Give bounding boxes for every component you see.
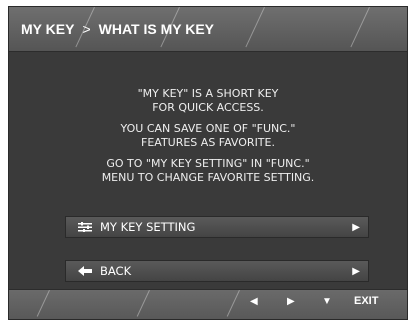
header-bar: MY KEY > WHAT IS MY KEY	[9, 7, 407, 52]
info-paragraph: GO TO "MY KEY SETTING" IN "FUNC." MENU T…	[9, 157, 407, 185]
menu-item-label: BACK	[100, 264, 132, 278]
decorative-line	[36, 290, 50, 317]
info-line: FEATURES AS FAVORITE.	[141, 136, 275, 149]
osd-panel: MY KEY > WHAT IS MY KEY "MY KEY" IS A SH…	[8, 6, 408, 320]
menu-item-label: MY KEY SETTING	[100, 220, 196, 234]
info-line: MENU TO CHANGE FAVORITE SETTING.	[101, 171, 315, 184]
left-arrow-button[interactable]: ◀	[250, 296, 258, 307]
page-title: WHAT IS MY KEY	[98, 21, 215, 37]
chevron-right-icon: ▶	[352, 265, 360, 277]
info-paragraph: "MY KEY" IS A SHORT KEY FOR QUICK ACCESS…	[9, 87, 407, 115]
exit-button[interactable]: EXIT	[354, 295, 378, 307]
decorative-line	[136, 290, 150, 317]
right-arrow-button[interactable]: ▶	[287, 296, 295, 307]
back-arrow-icon	[74, 266, 96, 276]
decorative-line	[226, 290, 240, 317]
back-button[interactable]: BACK ▶	[65, 260, 369, 282]
info-line: GO TO "MY KEY SETTING" IN "FUNC."	[106, 157, 310, 170]
info-line: YOU CAN SAVE ONE OF "FUNC."	[120, 122, 296, 135]
settings-sliders-icon	[74, 222, 96, 232]
footer-bar: ◀ ▶ ▼ EXIT	[9, 289, 407, 319]
chevron-right-icon: ▶	[352, 221, 360, 233]
breadcrumb-root: MY KEY	[21, 21, 75, 37]
my-key-setting-button[interactable]: MY KEY SETTING ▶	[65, 216, 369, 238]
info-paragraph: YOU CAN SAVE ONE OF "FUNC." FEATURES AS …	[9, 122, 407, 150]
down-arrow-button[interactable]: ▼	[322, 296, 332, 307]
info-line: "MY KEY" IS A SHORT KEY	[137, 87, 279, 100]
info-line: FOR QUICK ACCESS.	[152, 101, 264, 114]
content-area: "MY KEY" IS A SHORT KEY FOR QUICK ACCESS…	[9, 52, 407, 292]
